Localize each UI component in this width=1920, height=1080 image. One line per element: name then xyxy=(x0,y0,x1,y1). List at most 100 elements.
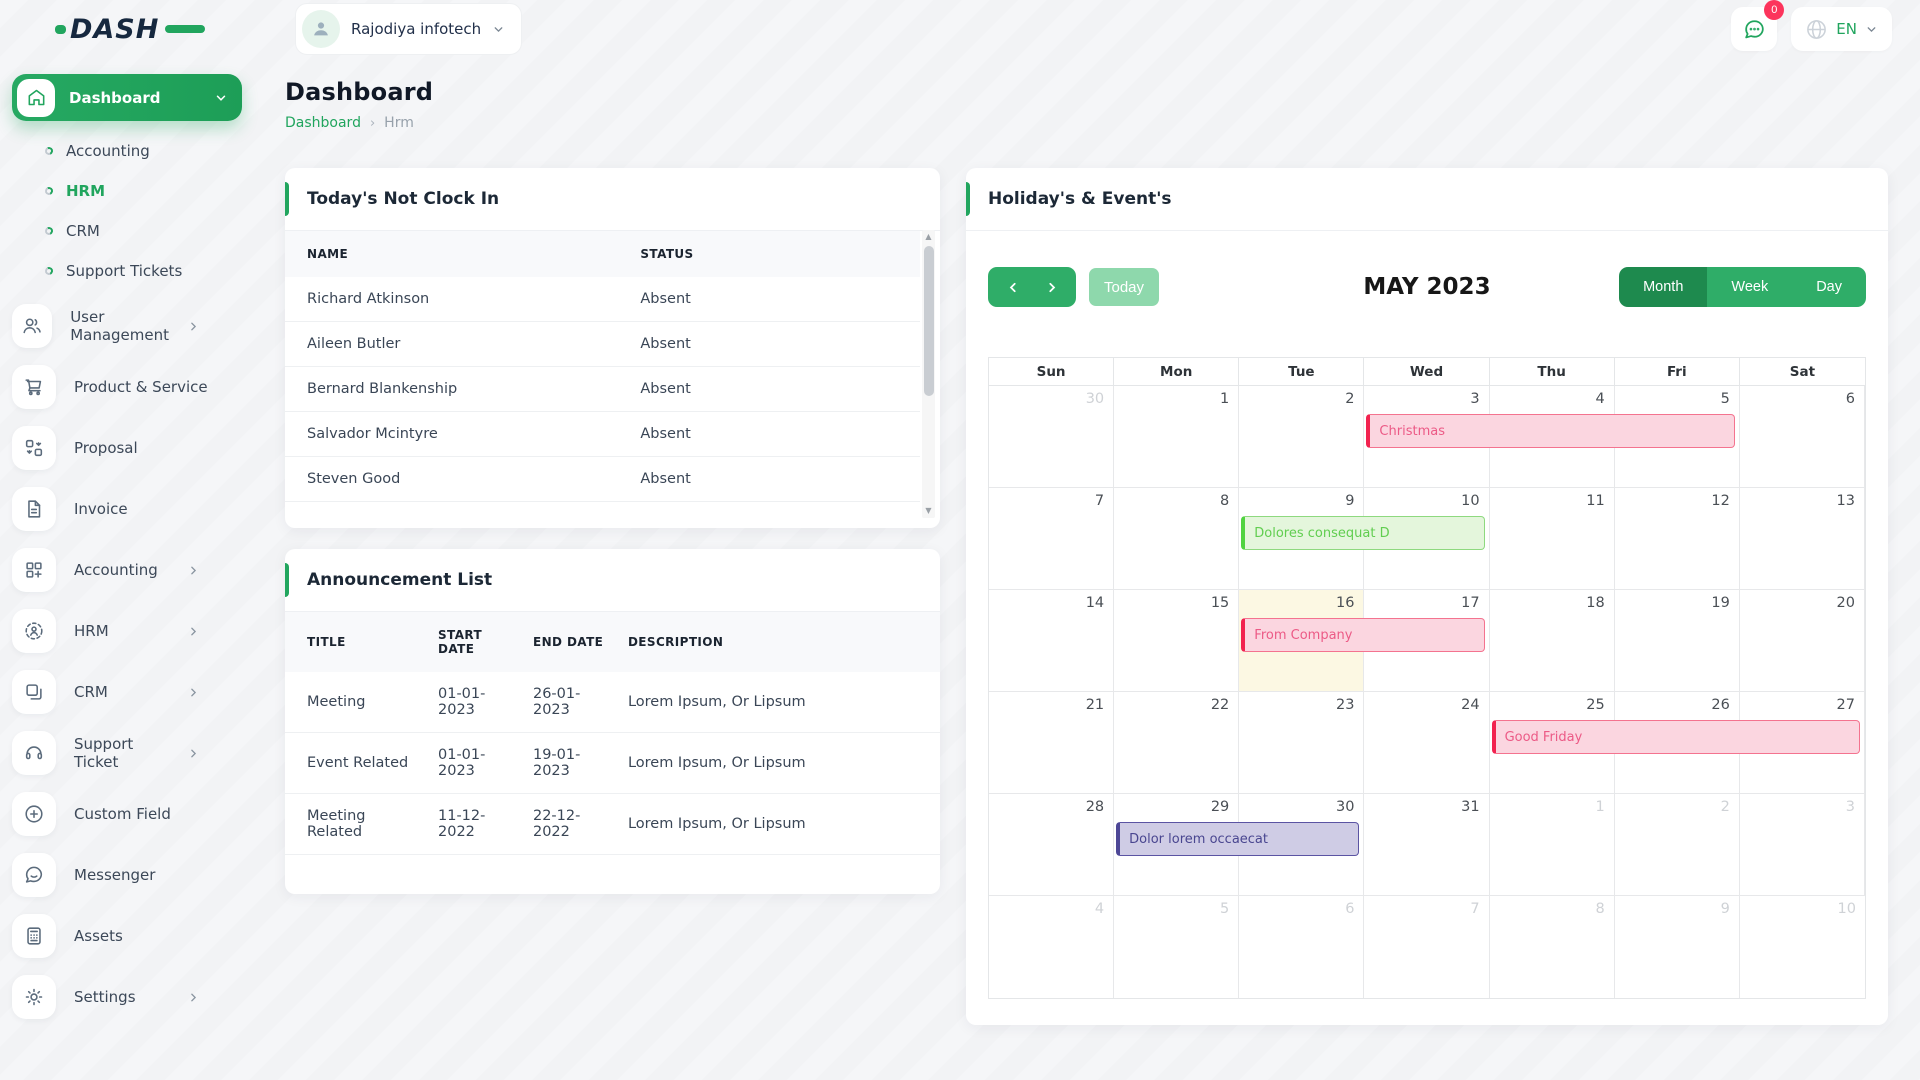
breadcrumb-dashboard-link[interactable]: Dashboard xyxy=(285,115,361,131)
calendar-day-cell[interactable]: 4 xyxy=(989,896,1114,998)
day-number: 7 xyxy=(1470,901,1479,917)
calendar-day-cell[interactable]: 28 xyxy=(989,794,1114,896)
notifications-button[interactable]: 0 xyxy=(1731,7,1777,51)
calendar-day-cell[interactable]: 6 xyxy=(1239,896,1364,998)
calendar-day-cell[interactable]: 2 xyxy=(1239,386,1364,488)
view-week-button[interactable]: Week xyxy=(1707,267,1792,307)
scrollbar-thumb[interactable] xyxy=(924,246,934,396)
calendar-event-green[interactable]: Dolores consequat D xyxy=(1241,516,1484,550)
column-header: STATUS xyxy=(618,231,920,277)
day-number: 12 xyxy=(1711,493,1729,509)
avatar xyxy=(302,10,340,48)
calendar-day-cell[interactable]: 1 xyxy=(1114,386,1239,488)
table-cell: Absent xyxy=(618,367,920,412)
day-number: 16 xyxy=(1336,595,1354,611)
headset-icon xyxy=(12,731,56,775)
calendar-day-cell[interactable]: 5 xyxy=(1114,896,1239,998)
calendar-event-pink[interactable]: From Company xyxy=(1241,618,1484,652)
language-label: EN xyxy=(1836,20,1857,38)
sidebar-item-proposal[interactable]: Proposal xyxy=(12,419,252,477)
table-cell: 01-01-2023 xyxy=(416,733,511,794)
day-of-week-header: Wed xyxy=(1364,358,1489,386)
language-selector[interactable]: EN xyxy=(1791,7,1892,51)
sidebar-item-invoice[interactable]: Invoice xyxy=(12,480,252,538)
calendar-day-cell[interactable]: 8 xyxy=(1490,896,1615,998)
calendar-week-row: 78910111213Dolores consequat D xyxy=(989,488,1865,590)
table-row: Bernard BlankenshipAbsent xyxy=(285,367,920,412)
sidebar-item-accounting[interactable]: Accounting xyxy=(12,541,252,599)
calendar-event-purple[interactable]: Dolor lorem occaecat xyxy=(1116,822,1359,856)
calendar-day-cell[interactable]: 8 xyxy=(1114,488,1239,590)
calendar-day-cell[interactable]: 9 xyxy=(1615,896,1740,998)
calendar-day-cell[interactable]: 14 xyxy=(989,590,1114,692)
sidebar-item-settings[interactable]: Settings xyxy=(12,968,252,1026)
sidebar-item-dashboard[interactable]: Dashboard xyxy=(12,74,242,121)
squares-icon xyxy=(12,670,56,714)
chevron-down-icon xyxy=(492,23,505,36)
logo-wordmark: DASH xyxy=(70,14,159,45)
calendar-day-cell[interactable]: 24 xyxy=(1364,692,1489,794)
home-icon xyxy=(17,79,55,117)
day-number: 25 xyxy=(1586,697,1604,713)
bullet-icon xyxy=(44,226,54,236)
sidebar-item-assets[interactable]: Assets xyxy=(12,907,252,965)
view-day-button[interactable]: Day xyxy=(1792,267,1866,307)
sidebar-item-product-service[interactable]: Product & Service xyxy=(12,358,252,416)
calendar-day-cell[interactable]: 7 xyxy=(989,488,1114,590)
calendar-day-cell[interactable]: 23 xyxy=(1239,692,1364,794)
calendar-day-cell[interactable]: 1 xyxy=(1490,794,1615,896)
calendar-day-cell[interactable]: 13 xyxy=(1740,488,1865,590)
scroll-up-arrow[interactable]: ▲ xyxy=(922,230,935,244)
sidebar-item-support-ticket[interactable]: Support Ticket xyxy=(12,724,252,782)
calendar-day-cell[interactable]: 11 xyxy=(1490,488,1615,590)
sidebar-subitem-crm[interactable]: CRM xyxy=(12,211,252,251)
company-selector[interactable]: Rajodiya infotech xyxy=(295,3,522,55)
next-month-button[interactable] xyxy=(1032,267,1070,307)
prev-month-button[interactable] xyxy=(994,267,1032,307)
calendar-day-cell[interactable]: 12 xyxy=(1615,488,1740,590)
sidebar-item-custom-field[interactable]: Custom Field xyxy=(12,785,252,843)
table-scrollbar[interactable]: ▲ ▼ xyxy=(922,230,935,518)
sidebar-subitem-label: HRM xyxy=(66,182,105,200)
calendar-day-cell[interactable]: 19 xyxy=(1615,590,1740,692)
sidebar-item-label: Invoice xyxy=(74,500,252,518)
calendar-day-cell[interactable]: 10 xyxy=(1740,896,1865,998)
day-number: 15 xyxy=(1211,595,1229,611)
sidebar-subitem-hrm[interactable]: HRM xyxy=(12,171,252,211)
calendar-day-cell[interactable]: 3 xyxy=(1740,794,1865,896)
calendar-day-cell[interactable]: 7 xyxy=(1364,896,1489,998)
calendar-day-cell[interactable]: 18 xyxy=(1490,590,1615,692)
sidebar-item-user-management[interactable]: User Management xyxy=(12,297,252,355)
table-cell: 19-01-2023 xyxy=(511,733,606,794)
column-header: START DATE xyxy=(416,612,511,672)
day-number: 13 xyxy=(1837,493,1855,509)
sidebar-subitem-accounting[interactable]: Accounting xyxy=(12,131,252,171)
today-button[interactable]: Today xyxy=(1089,268,1159,306)
scroll-down-arrow[interactable]: ▼ xyxy=(922,504,935,518)
calendar-day-cell[interactable]: 30 xyxy=(989,386,1114,488)
calendar-day-cell[interactable]: 31 xyxy=(1364,794,1489,896)
calendar-day-cell[interactable]: 2 xyxy=(1615,794,1740,896)
calendar-event-pink[interactable]: Good Friday xyxy=(1492,720,1860,754)
calendar-day-cell[interactable]: 22 xyxy=(1114,692,1239,794)
day-number: 24 xyxy=(1461,697,1479,713)
table-cell: Salvador Mcintyre xyxy=(285,412,618,457)
page-title: Dashboard xyxy=(285,78,1888,106)
day-number: 10 xyxy=(1461,493,1479,509)
calendar-day-cell[interactable]: 6 xyxy=(1740,386,1865,488)
gear-icon xyxy=(12,975,56,1019)
calendar-day-cell[interactable]: 15 xyxy=(1114,590,1239,692)
sidebar-item-hrm[interactable]: HRM xyxy=(12,602,252,660)
view-month-button[interactable]: Month xyxy=(1619,267,1707,307)
sidebar-item-crm[interactable]: CRM xyxy=(12,663,252,721)
globe-icon xyxy=(1805,18,1828,41)
sidebar-subitem-support-tickets[interactable]: Support Tickets xyxy=(12,251,252,291)
calendar-event-pink[interactable]: Christmas xyxy=(1366,414,1734,448)
day-number: 4 xyxy=(1595,391,1604,407)
calendar-day-cell[interactable]: 20 xyxy=(1740,590,1865,692)
calendar-day-cell[interactable]: 21 xyxy=(989,692,1114,794)
calendar-week-row: 28293031123Dolor lorem occaecat xyxy=(989,794,1865,896)
table-row: Meeting Related11-12-202222-12-2022Lorem… xyxy=(285,794,940,855)
chevron-right-icon xyxy=(187,747,200,760)
sidebar-item-messenger[interactable]: Messenger xyxy=(12,846,252,904)
